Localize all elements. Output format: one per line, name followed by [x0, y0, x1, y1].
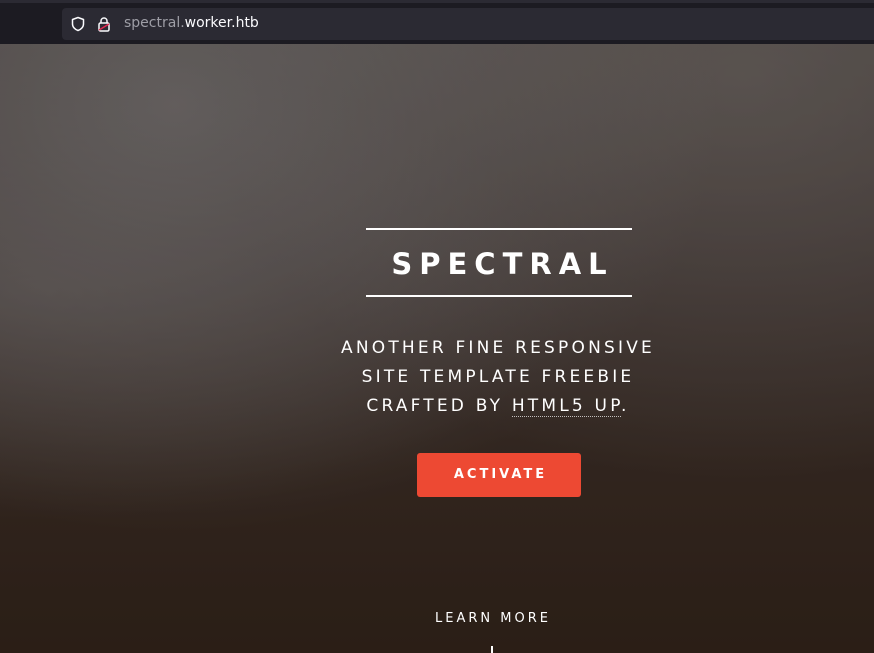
tagline-suffix: .: [621, 396, 630, 416]
learn-more-indicator: [491, 646, 493, 653]
site-title: SPECTRAL: [391, 247, 614, 281]
shield-icon[interactable]: [70, 16, 86, 32]
lock-icon[interactable]: [96, 16, 112, 32]
hero-content: SPECTRAL ANOTHER FINE RESPONSIVE SITE TE…: [0, 44, 874, 653]
tagline-prefix: CRAFTED BY: [366, 396, 512, 416]
tagline-line-1: ANOTHER FINE RESPONSIVE: [341, 338, 655, 358]
title-box: SPECTRAL: [366, 228, 632, 297]
activate-button[interactable]: ACTIVATE: [417, 453, 581, 497]
tagline-line-3: CRAFTED BY HTML5 UP.: [287, 392, 709, 421]
browser-toolbar: spectral.worker.htb: [0, 0, 874, 44]
hero-banner: SPECTRAL ANOTHER FINE RESPONSIVE SITE TE…: [0, 44, 874, 653]
html5up-link[interactable]: HTML5 UP: [511, 396, 622, 417]
tagline-line-2: SITE TEMPLATE FREEBIE: [361, 367, 635, 387]
address-bar[interactable]: spectral.worker.htb: [62, 8, 874, 40]
url-text[interactable]: spectral.worker.htb: [124, 15, 259, 31]
tagline: ANOTHER FINE RESPONSIVE SITE TEMPLATE FR…: [287, 334, 709, 421]
learn-more-link[interactable]: LEARN MORE: [393, 611, 593, 626]
